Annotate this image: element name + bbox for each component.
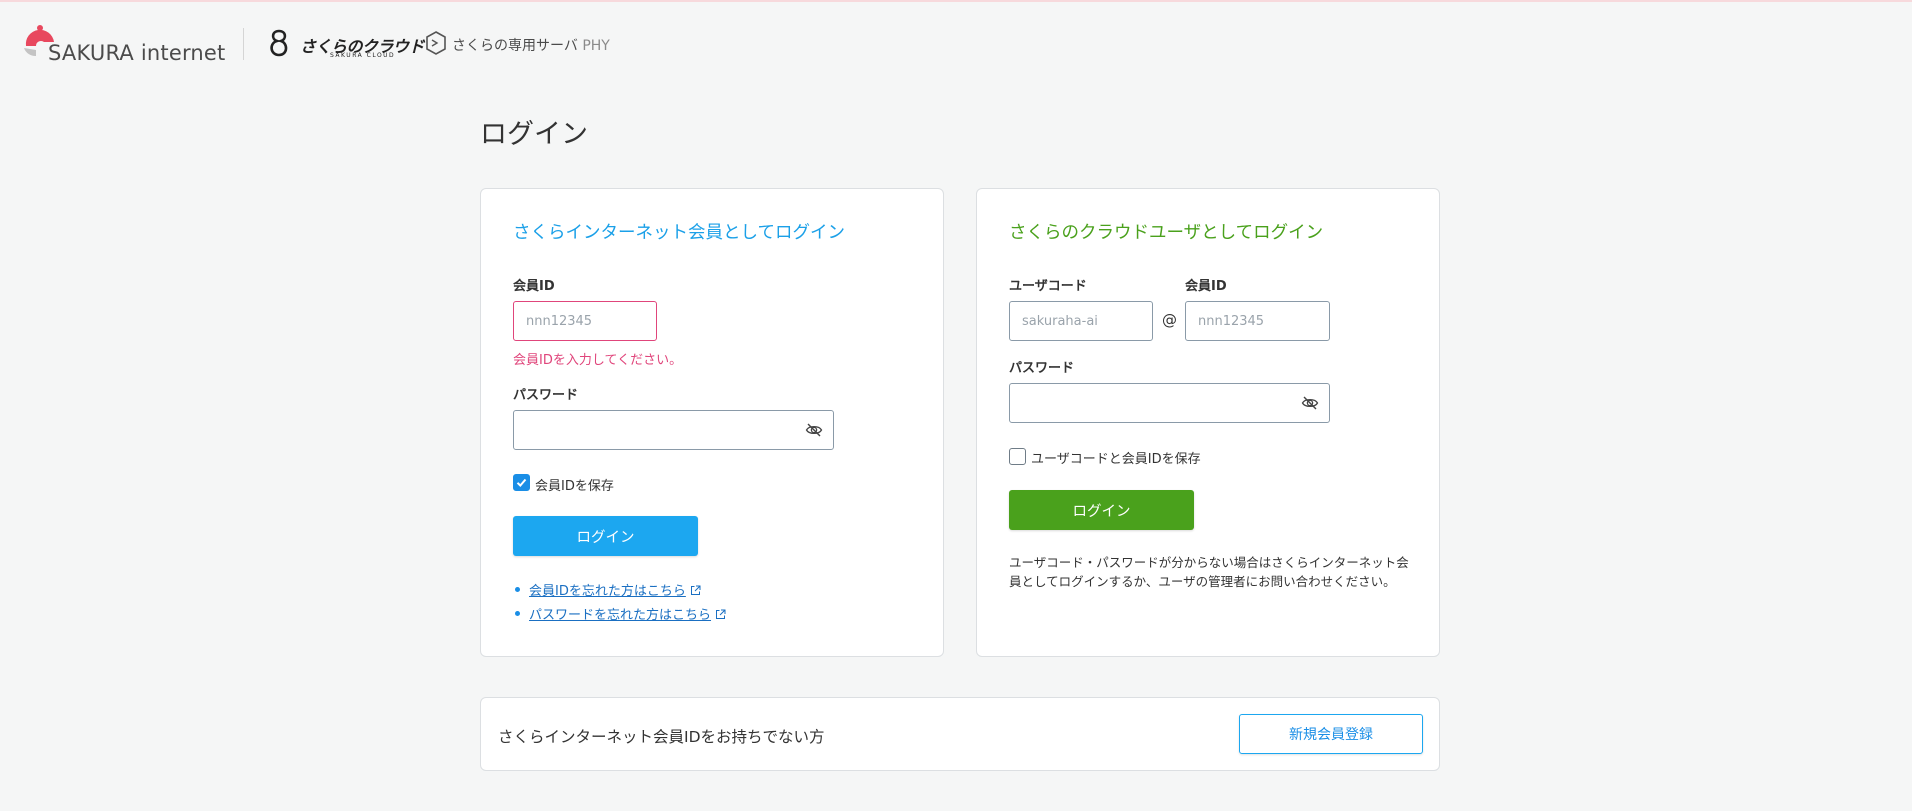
- eye-off-icon[interactable]: [1300, 393, 1320, 413]
- page-title: ログイン: [480, 119, 588, 150]
- list-item: パスワードを忘れた方はこちら: [513, 604, 726, 628]
- sakura-cloud-logo-subtext: SAKURA CLOUD: [330, 52, 396, 59]
- member-id-label: 会員ID: [513, 279, 555, 294]
- sakura-internet-logo[interactable]: SAKURA internet: [22, 24, 226, 66]
- save-member-id-checkbox[interactable]: [513, 474, 530, 491]
- help-links: 会員IDを忘れた方はこちら パスワードを忘れた方はこちら: [513, 580, 726, 628]
- no-member-id-text: さくらインターネット会員IDをお持ちでない方: [498, 728, 825, 746]
- cloud-login-button[interactable]: ログイン: [1009, 490, 1194, 530]
- member-id-input[interactable]: [513, 301, 657, 341]
- site-header: SAKURA internet さくらのクラウド SAKURA CLOUD さく…: [0, 0, 1912, 90]
- password-label: パスワード: [513, 388, 579, 403]
- forgot-password-link[interactable]: パスワードを忘れた方はこちら: [529, 608, 726, 623]
- cloud-password-input[interactable]: [1009, 383, 1330, 423]
- user-code-label: ユーザコード: [1009, 279, 1087, 294]
- sakura-logo-text: SAKURA internet: [48, 41, 226, 65]
- cloud-login-note: ユーザコード・パスワードが分からない場合はさくらインターネット会員としてログイン…: [1009, 555, 1409, 589]
- save-user-code-checkbox[interactable]: [1009, 448, 1026, 465]
- save-member-id-label[interactable]: 会員IDを保存: [535, 475, 614, 494]
- eye-off-icon[interactable]: [804, 420, 824, 440]
- header-divider: [243, 28, 244, 60]
- cloud-login-title: さくらのクラウドユーザとしてログイン: [1009, 223, 1324, 243]
- sakura-cloud-logo-icon: [270, 29, 288, 57]
- internet-member-login-card: さくらインターネット会員としてログイン 会員ID 会員IDを入力してください。 …: [480, 188, 944, 657]
- password-input[interactable]: [513, 410, 834, 450]
- sakura-phy-logo-text: さくらの専用サーバ PHY: [452, 38, 610, 54]
- at-sign: @: [1162, 311, 1177, 329]
- member-id-error-message: 会員IDを入力してください。: [513, 353, 683, 368]
- cloud-member-id-label: 会員ID: [1185, 279, 1227, 294]
- external-link-icon: [690, 585, 701, 595]
- user-code-input[interactable]: [1009, 301, 1153, 341]
- new-member-register-button[interactable]: 新規会員登録: [1239, 714, 1423, 754]
- internet-login-button[interactable]: ログイン: [513, 516, 698, 556]
- forgot-member-id-link[interactable]: 会員IDを忘れた方はこちら: [529, 584, 701, 599]
- check-icon: [516, 478, 527, 487]
- save-user-code-label[interactable]: ユーザコードと会員IDを保存: [1031, 448, 1201, 467]
- hexagon-icon: [426, 31, 446, 55]
- register-card: さくらインターネット会員IDをお持ちでない方 新規会員登録: [480, 697, 1440, 771]
- cloud-password-label: パスワード: [1009, 361, 1075, 376]
- cloud-member-id-input[interactable]: [1185, 301, 1330, 341]
- cloud-user-login-card: さくらのクラウドユーザとしてログイン ユーザコード @ 会員ID パスワード ユ…: [976, 188, 1440, 657]
- external-link-icon: [716, 609, 726, 619]
- internet-login-title: さくらインターネット会員としてログイン: [513, 223, 845, 243]
- list-item: 会員IDを忘れた方はこちら: [513, 580, 726, 604]
